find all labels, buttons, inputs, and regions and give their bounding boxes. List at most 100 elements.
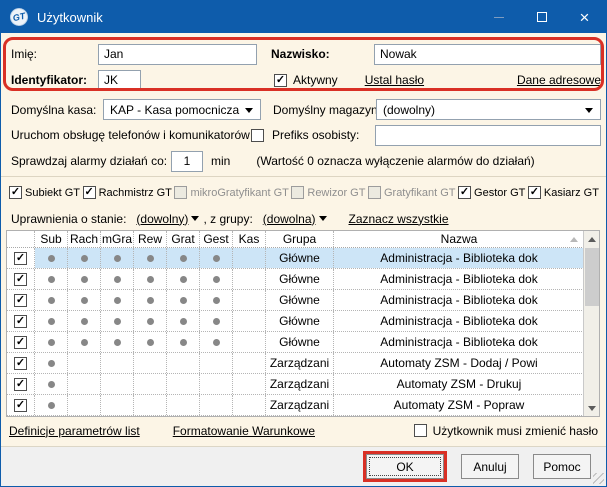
permission-cell — [101, 311, 134, 331]
must-change-password-checkbox[interactable] — [414, 424, 427, 437]
row-checkbox-cell: ✓ — [7, 248, 35, 268]
permissions-filter-label: Uprawnienia o stanie: — [11, 212, 126, 226]
column-header-mGra[interactable]: mGra — [101, 231, 134, 247]
permission-cell — [68, 248, 101, 268]
product-checkbox[interactable]: ✓ — [458, 186, 471, 199]
close-button[interactable]: × — [563, 1, 606, 33]
permission-cell — [167, 353, 200, 373]
scroll-up-button[interactable] — [584, 231, 599, 247]
product-checkbox-item[interactable]: ✓Kasiarz GT — [528, 186, 599, 199]
identifier-input[interactable] — [98, 70, 141, 91]
permission-dot-icon — [213, 339, 220, 346]
product-checkbox — [368, 186, 381, 199]
maximize-icon — [537, 12, 547, 22]
product-checkbox[interactable]: ✓ — [83, 186, 96, 199]
permission-cell — [167, 311, 200, 331]
permission-cell — [134, 332, 167, 352]
dropdown-arrow-icon — [245, 108, 253, 113]
vertical-scrollbar[interactable] — [583, 231, 599, 416]
row-checkbox[interactable]: ✓ — [14, 357, 27, 370]
permission-cell — [35, 269, 68, 289]
ok-button[interactable]: OK — [366, 454, 444, 479]
name-cell: Administracja - Biblioteka dok — [334, 248, 584, 268]
column-header-Rach[interactable]: Rach — [68, 231, 101, 247]
permission-cell — [134, 374, 167, 394]
product-checkbox-item[interactable]: ✓Gestor GT — [458, 186, 525, 199]
permission-cell — [200, 248, 233, 268]
product-checkbox-item[interactable]: ✓Rachmistrz GT — [83, 186, 172, 199]
dialog-footer: OK Anuluj Pomoc — [1, 446, 606, 486]
permission-cell — [101, 353, 134, 373]
set-password-link[interactable]: Ustal hasło — [365, 73, 424, 87]
personal-prefix-input[interactable] — [375, 125, 601, 146]
must-change-password-label: Użytkownik musi zmienić hasło — [433, 424, 598, 438]
permission-cell — [68, 269, 101, 289]
group-cell: Główne — [266, 290, 334, 310]
default-cash-dropdown[interactable]: KAP - Kasa pomocnicza — [103, 99, 261, 120]
phone-support-checkbox[interactable] — [251, 129, 264, 142]
row-checkbox[interactable]: ✓ — [14, 399, 27, 412]
column-header-Grupa[interactable]: Grupa — [266, 231, 334, 247]
list-parameters-link[interactable]: Definicje parametrów list — [9, 424, 140, 438]
last-name-input[interactable] — [374, 44, 601, 65]
row-checkbox[interactable]: ✓ — [14, 315, 27, 328]
table-row[interactable]: ✓GłówneAdministracja - Biblioteka dok — [7, 269, 584, 290]
group-filter-link[interactable]: (dowolna) — [263, 212, 316, 226]
alarm-interval-input[interactable] — [171, 151, 203, 172]
row-checkbox[interactable]: ✓ — [14, 378, 27, 391]
alarm-note: (Wartość 0 oznacza wyłączenie alarmów do… — [256, 154, 534, 168]
group-cell: Zarządzani — [266, 353, 334, 373]
name-cell: Automaty ZSM - Drukuj — [334, 374, 584, 394]
red-annotation-box-ok: OK — [363, 451, 447, 482]
permission-dot-icon — [48, 297, 55, 304]
select-all-link[interactable]: Zaznacz wszystkie — [349, 212, 449, 226]
row-checkbox[interactable]: ✓ — [14, 273, 27, 286]
permission-cell — [101, 374, 134, 394]
name-cell: Administracja - Biblioteka dok — [334, 311, 584, 331]
conditional-formatting-link[interactable]: Formatowanie Warunkowe — [173, 424, 315, 438]
row-checkbox[interactable]: ✓ — [14, 294, 27, 307]
product-checkbox[interactable]: ✓ — [528, 186, 541, 199]
row-checkbox-cell: ✓ — [7, 332, 35, 352]
column-header-Sub[interactable]: Sub — [35, 231, 68, 247]
column-header-Gest[interactable]: Gest — [200, 231, 233, 247]
maximize-button[interactable] — [520, 1, 563, 33]
column-header-Rew[interactable]: Rew — [134, 231, 167, 247]
first-name-input[interactable] — [98, 44, 257, 65]
table-row[interactable]: ✓ZarządzaniAutomaty ZSM - Drukuj — [7, 374, 584, 395]
default-warehouse-dropdown[interactable]: (dowolny) — [376, 99, 601, 120]
close-icon: × — [580, 9, 590, 26]
column-header-Kas[interactable]: Kas — [233, 231, 266, 247]
permission-dot-icon — [180, 318, 187, 325]
permission-cell — [233, 248, 266, 268]
permission-dot-icon — [180, 339, 187, 346]
scroll-down-button[interactable] — [584, 400, 599, 416]
permission-cell — [35, 311, 68, 331]
product-checkbox-item[interactable]: ✓Subiekt GT — [9, 186, 80, 199]
resize-grip[interactable] — [593, 473, 604, 484]
column-header-check[interactable] — [7, 231, 35, 247]
permission-cell — [101, 248, 134, 268]
table-row[interactable]: ✓ZarządzaniAutomaty ZSM - Dodaj / Powi — [7, 353, 584, 374]
titlebar[interactable]: GT Użytkownik × — [1, 1, 606, 33]
table-row[interactable]: ✓GłówneAdministracja - Biblioteka dok — [7, 311, 584, 332]
state-filter-link[interactable]: (dowolny) — [136, 212, 188, 226]
row-checkbox[interactable]: ✓ — [14, 252, 27, 265]
column-header-Grat[interactable]: Grat — [167, 231, 200, 247]
table-row[interactable]: ✓ZarządzaniAutomaty ZSM - Popraw — [7, 395, 584, 416]
table-row[interactable]: ✓GłówneAdministracja - Biblioteka dok — [7, 248, 584, 269]
cancel-button[interactable]: Anuluj — [461, 454, 519, 479]
scrollbar-thumb[interactable] — [585, 248, 599, 306]
group-filter-arrow-icon — [319, 216, 327, 221]
first-name-label: Imię: — [11, 47, 98, 61]
active-checkbox[interactable]: ✓ — [274, 74, 287, 87]
column-header-Nazwa[interactable]: Nazwa — [334, 231, 584, 247]
table-row[interactable]: ✓GłówneAdministracja - Biblioteka dok — [7, 332, 584, 353]
row-checkbox[interactable]: ✓ — [14, 336, 27, 349]
permission-dot-icon — [48, 381, 55, 388]
help-button[interactable]: Pomoc — [533, 454, 591, 479]
product-checkbox[interactable]: ✓ — [9, 186, 22, 199]
table-row[interactable]: ✓GłówneAdministracja - Biblioteka dok — [7, 290, 584, 311]
address-data-link[interactable]: Dane adresowe — [517, 73, 601, 87]
default-cash-value: KAP - Kasa pomocnicza — [110, 103, 239, 117]
